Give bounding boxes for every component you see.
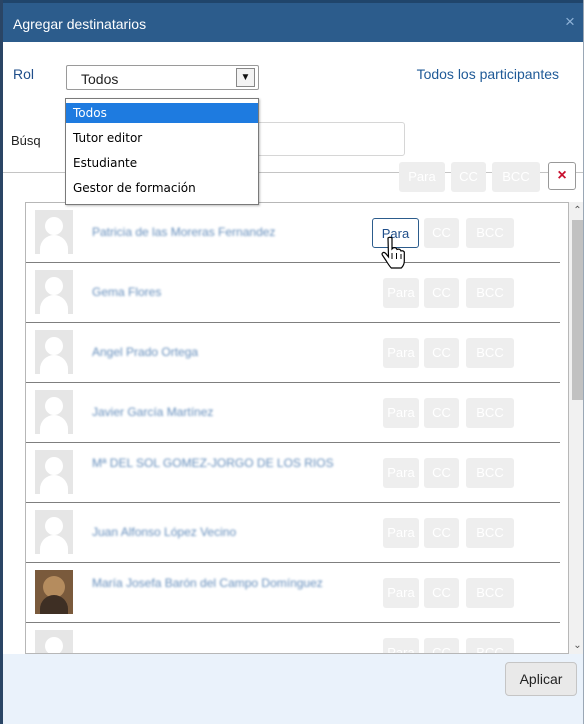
list-item: Mª DEL SOL GOMEZ-JORGO DE LOS RIOS Para … [26,443,560,503]
list-item: Juan Alfonso López Vecino Para CC BCC [26,503,560,563]
close-icon[interactable]: × [561,13,579,31]
list-item: Gema Flores Para CC BCC [26,263,560,323]
user-placeholder-icon [35,630,73,653]
row-cc-button[interactable]: CC [424,218,459,248]
row-cc-button[interactable]: CC [424,338,459,368]
participant-name: Juan Alfonso López Vecino [92,525,237,539]
header-para-button[interactable]: Para [399,162,445,192]
scroll-down-icon[interactable]: ⌄ [569,637,583,654]
row-cc-button[interactable]: CC [424,398,459,428]
dialog-titlebar: Agregar destinatarios × [3,0,583,42]
rol-dropdown-list[interactable]: Todos Tutor editor Estudiante Gestor de … [65,98,259,205]
participant-name: Javier García Martínez [92,405,214,419]
user-placeholder-icon [35,210,73,254]
row-bcc-button[interactable]: BCC [466,458,514,488]
rol-option-todos[interactable]: Todos [66,103,258,123]
row-cc-button[interactable]: CC [424,278,459,308]
rol-select[interactable]: Todos ▼ [66,65,259,90]
scroll-up-icon[interactable]: ⌃ [569,202,583,219]
row-bcc-button[interactable]: BCC [466,218,514,248]
row-bcc-button[interactable]: BCC [466,518,514,548]
apply-button[interactable]: Aplicar [505,662,577,696]
clear-selection-button[interactable]: × [548,162,576,190]
participant-name: María Josefa Barón del Campo Domínguez [92,576,323,590]
row-cc-button[interactable]: CC [424,638,459,653]
participants-list[interactable]: Patricia de las Moreras Fernandez Para C… [25,202,569,654]
add-recipients-dialog: Agregar destinatarios × Rol Todos ▼ Todo… [0,0,584,724]
participant-name: Mª DEL SOL GOMEZ-JORGO DE LOS RIOS [92,456,334,470]
row-para-button[interactable]: Para [383,338,419,368]
rol-select-value: Todos [81,71,119,87]
row-para-button[interactable]: Para [383,578,419,608]
header-bcc-button[interactable]: BCC [492,162,540,192]
user-placeholder-icon [35,330,73,374]
list-item: María Josefa Barón del Campo Domínguez P… [26,563,560,623]
row-bcc-button[interactable]: BCC [466,638,514,653]
row-para-button[interactable]: Para [383,398,419,428]
all-participants-link[interactable]: Todos los participantes [417,66,559,82]
row-bcc-button[interactable]: BCC [466,278,514,308]
participant-name: Gema Flores [92,285,162,299]
list-scrollbar[interactable]: ⌃ ⌄ [569,202,583,654]
hand-cursor-icon [381,236,405,269]
participant-name: Angel Prado Ortega [92,345,199,359]
user-photo [35,570,73,614]
header-cc-button[interactable]: CC [451,162,486,192]
user-placeholder-icon [35,270,73,314]
row-para-button[interactable]: Para [383,278,419,308]
row-bcc-button[interactable]: BCC [466,578,514,608]
user-placeholder-icon [35,450,73,494]
row-bcc-button[interactable]: BCC [466,338,514,368]
row-cc-button[interactable]: CC [424,458,459,488]
list-item: Javier García Martínez Para CC BCC [26,383,560,443]
search-label: Búsq [11,133,41,148]
row-para-button[interactable]: Para [383,518,419,548]
scrollbar-thumb[interactable] [572,220,583,400]
chevron-down-icon[interactable]: ▼ [236,68,255,87]
user-placeholder-icon [35,390,73,434]
row-para-button[interactable]: Para [383,458,419,488]
row-bcc-button[interactable]: BCC [466,398,514,428]
search-input[interactable] [255,122,405,156]
rol-option-estudiante[interactable]: Estudiante [66,153,258,173]
row-cc-button[interactable]: CC [424,518,459,548]
rol-option-gestor-formacion[interactable]: Gestor de formación [66,178,258,198]
dialog-title: Agregar destinatarios [13,16,147,32]
rol-option-tutor-editor[interactable]: Tutor editor [66,128,258,148]
rol-label: Rol [13,66,35,82]
user-placeholder-icon [35,510,73,554]
list-item: Angel Prado Ortega Para CC BCC [26,323,560,383]
list-item: Para CC BCC [26,623,560,653]
participant-name: Patricia de las Moreras Fernandez [92,225,276,239]
list-item: Patricia de las Moreras Fernandez Para C… [26,203,560,263]
row-para-button[interactable]: Para [383,638,419,653]
dialog-footer [3,654,583,724]
row-cc-button[interactable]: CC [424,578,459,608]
